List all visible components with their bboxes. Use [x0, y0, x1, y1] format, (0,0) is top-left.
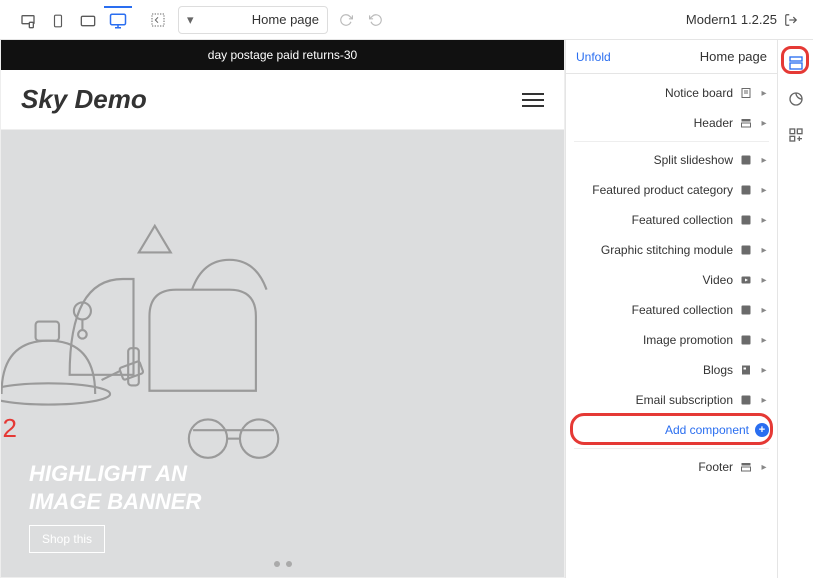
device-responsive-icon[interactable] [14, 6, 42, 34]
chevron-right-icon: ▸ [759, 118, 769, 129]
chevron-right-icon: ▸ [759, 305, 769, 316]
chevron-right-icon: ▸ [759, 462, 769, 473]
tree-item-label: Image promotion [574, 333, 733, 347]
chevron-down-icon: ▾ [187, 12, 194, 28]
brand-logo: Sky Demo [21, 84, 147, 115]
tree-item-label: Email subscription [574, 393, 733, 407]
tree-item[interactable]: ▸ Header [566, 108, 777, 138]
tree-item-label: Notice board [574, 86, 733, 100]
chevron-right-icon: ▸ [759, 215, 769, 226]
tree-item-label: Graphic stitching module [574, 243, 733, 257]
tree-item[interactable]: ▸ Notice board [566, 78, 777, 108]
section-type-icon [739, 213, 753, 227]
apps-rail-button[interactable] [785, 124, 807, 146]
chevron-right-icon: ▸ [759, 245, 769, 256]
sidebar-title: Home page [700, 49, 767, 64]
chevron-right-icon: ▸ [759, 335, 769, 346]
marquee-select-icon[interactable] [144, 6, 172, 34]
tree-item[interactable]: ▸ Footer [566, 452, 777, 482]
hero-cta-button[interactable]: Shop this [29, 525, 105, 553]
chevron-right-icon: ▸ [759, 88, 769, 99]
slideshow-dots[interactable] [274, 561, 292, 567]
section-type-icon [739, 363, 753, 377]
chevron-right-icon: ▸ [759, 395, 769, 406]
tree-item[interactable]: ▸ Video [566, 265, 777, 295]
section-tree: ▸ Notice board ▸ Header ▸ Split slideshow ▸ Fea… [566, 74, 777, 578]
tree-item-label: Blogs [574, 363, 733, 377]
section-type-icon [739, 273, 753, 287]
tree-item[interactable]: ▸ Featured collection [566, 205, 777, 235]
tree-item[interactable]: ▸ Graphic stitching module [566, 235, 777, 265]
chevron-right-icon: ▸ [759, 185, 769, 196]
tree-item-label: Header [574, 116, 733, 130]
tree-item[interactable]: ▸ Image promotion [566, 325, 777, 355]
section-type-icon [739, 393, 753, 407]
tree-item[interactable]: ▸ Featured product category [566, 175, 777, 205]
section-type-icon [739, 243, 753, 257]
sections-rail-button[interactable] [785, 52, 807, 74]
chevron-right-icon: ▸ [759, 155, 769, 166]
tree-item-label: Video [574, 273, 733, 287]
tree-item[interactable]: ▸ Blogs [566, 355, 777, 385]
tree-item-label: Featured collection [574, 213, 733, 227]
section-type-icon [739, 303, 753, 317]
add-component-label: Add component [665, 423, 749, 437]
section-type-icon [739, 333, 753, 347]
hero-heading: HIGHLIGHT ANIMAGE BANNER [29, 460, 201, 515]
tree-item[interactable]: ▸ Featured collection [566, 295, 777, 325]
tree-item-label: Featured collection [574, 303, 733, 317]
hero-banner: HIGHLIGHT ANIMAGE BANNER Shop this [1, 130, 564, 577]
add-component-button[interactable]: + Add component [566, 415, 777, 445]
theme-settings-rail-button[interactable] [785, 88, 807, 110]
section-type-icon [739, 86, 753, 100]
device-tablet-landscape-icon[interactable] [74, 6, 102, 34]
tree-item-label: Footer [574, 460, 733, 474]
hamburger-icon[interactable] [522, 93, 544, 107]
plus-icon: + [755, 423, 769, 437]
page-select-label: Home page [252, 12, 319, 27]
tree-item[interactable]: ▸ Email subscription [566, 385, 777, 415]
section-type-icon [739, 116, 753, 130]
theme-name: Modern1 1.2.25 [686, 12, 777, 27]
tree-item[interactable]: ▸ Split slideshow [566, 145, 777, 175]
device-tablet-icon[interactable] [44, 6, 72, 34]
chevron-right-icon: ▸ [759, 275, 769, 286]
page-select[interactable]: Home page ▾ [178, 6, 328, 34]
unfold-link[interactable]: Unfold [576, 50, 611, 64]
section-type-icon [739, 153, 753, 167]
undo-button[interactable] [364, 8, 388, 32]
site-preview: 30-day postage paid returns Sky Demo [1, 40, 564, 577]
redo-button[interactable] [334, 8, 358, 32]
tree-item-label: Split slideshow [574, 153, 733, 167]
section-type-icon [739, 183, 753, 197]
announcement-bar: 30-day postage paid returns [1, 40, 564, 70]
tree-item-label: Featured product category [574, 183, 733, 197]
annotation-number-2: 2 [3, 413, 17, 444]
exit-icon[interactable] [783, 12, 799, 28]
chevron-right-icon: ▸ [759, 365, 769, 376]
section-type-icon [739, 460, 753, 474]
device-desktop-icon[interactable] [104, 6, 132, 34]
